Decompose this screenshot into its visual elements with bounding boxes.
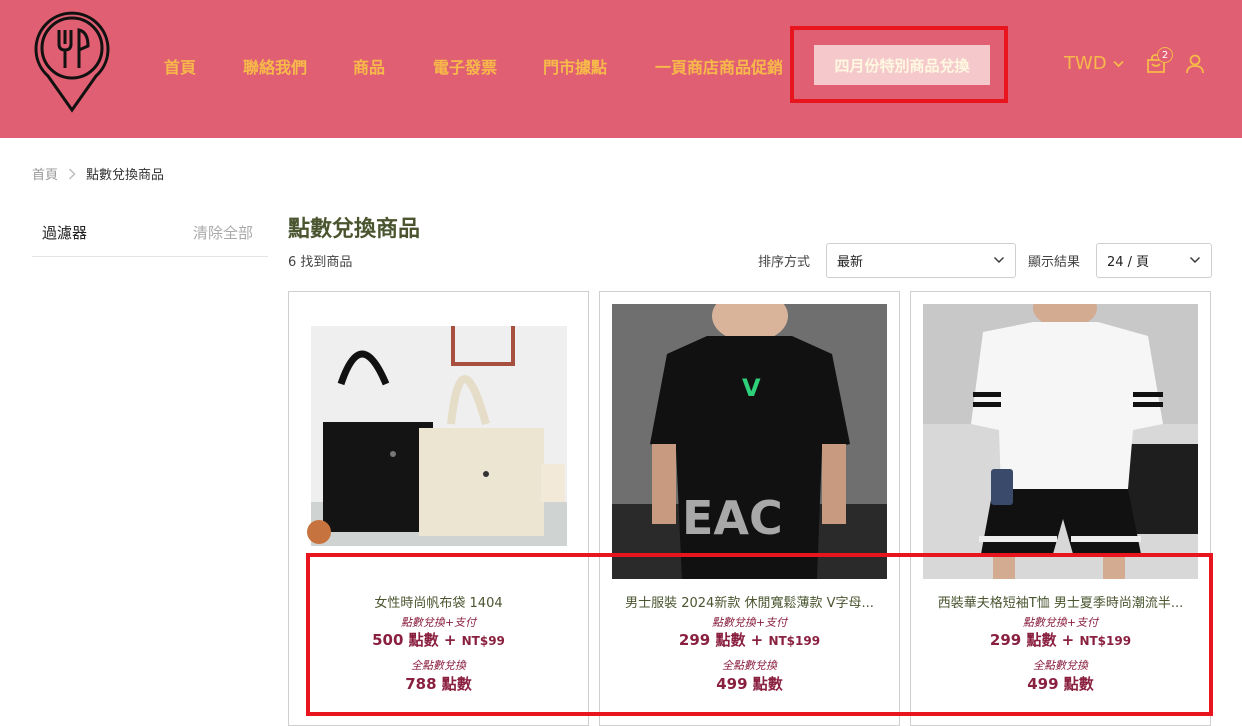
product-image[interactable] xyxy=(923,304,1198,579)
nav-e-invoice[interactable]: 電子發票 xyxy=(433,54,497,78)
clear-all-filters-link[interactable]: 清除全部 xyxy=(193,222,253,243)
sort-select[interactable]: 最新 xyxy=(826,243,1016,278)
annotation-highlight-prices xyxy=(306,553,1213,716)
filter-divider xyxy=(32,256,268,257)
restaurant-logo-icon[interactable] xyxy=(32,10,112,114)
results-count: 6 找到商品 xyxy=(288,255,353,270)
chevron-down-icon xyxy=(1113,60,1124,67)
page-title: 點數兌換商品 xyxy=(288,217,421,242)
breadcrumb-current: 點數兌換商品 xyxy=(86,168,165,183)
product-image[interactable] xyxy=(301,304,576,579)
annotation-highlight-nav xyxy=(790,26,1008,103)
page-size-label: 顯示結果 xyxy=(1028,255,1081,270)
breadcrumb: 首頁 點數兌換商品 xyxy=(32,164,164,183)
site-header: 首頁 聯絡我們 商品 電子發票 門市據點 一頁商店商品促銷 四月份特別商品兌換 … xyxy=(0,0,1242,138)
page-size-select[interactable]: 24 / 頁 xyxy=(1096,243,1212,278)
currency-label: TWD xyxy=(1064,53,1107,74)
filter-title: 過濾器 xyxy=(42,224,88,242)
nav-one-page-promo[interactable]: 一頁商店商品促銷 xyxy=(655,54,783,78)
chevron-down-icon xyxy=(994,257,1004,263)
chevron-right-icon xyxy=(69,168,76,179)
nav-products[interactable]: 商品 xyxy=(353,54,385,78)
svg-text:EAC: EAC xyxy=(682,491,783,545)
currency-selector[interactable]: TWD xyxy=(1064,53,1124,74)
page-size-select-value: 24 / 頁 xyxy=(1107,255,1150,270)
cart-count-badge: 2 xyxy=(1157,47,1173,63)
svg-text:V: V xyxy=(742,374,761,402)
nav-stores[interactable]: 門市據點 xyxy=(543,54,607,78)
product-image[interactable]: V EAC xyxy=(612,304,887,579)
chevron-down-icon xyxy=(1190,257,1200,263)
nav-contact[interactable]: 聯絡我們 xyxy=(243,54,307,78)
nav-home[interactable]: 首頁 xyxy=(164,54,196,78)
sort-select-value: 最新 xyxy=(837,255,864,270)
user-account-icon[interactable] xyxy=(1186,54,1204,74)
breadcrumb-home[interactable]: 首頁 xyxy=(32,164,58,183)
sort-label: 排序方式 xyxy=(758,255,811,270)
